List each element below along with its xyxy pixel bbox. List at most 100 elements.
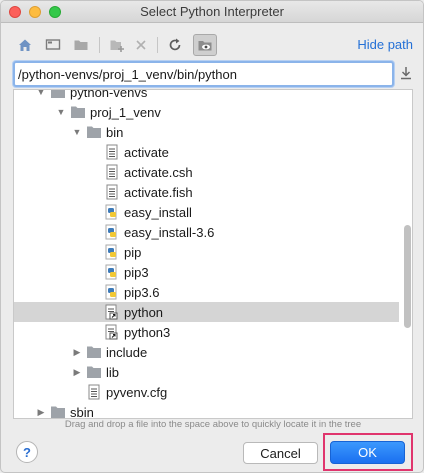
arrow-placeholder (90, 242, 100, 262)
python-file-icon (104, 224, 120, 240)
expand-arrow-icon[interactable]: ▼ (36, 90, 46, 102)
download-icon (401, 67, 411, 80)
hide-path-link[interactable]: Hide path (357, 37, 413, 52)
tree-row[interactable]: easy_install-3.6 (14, 222, 399, 242)
collapse-arrow-icon[interactable]: ▶ (36, 402, 46, 418)
toolbar-separator (99, 37, 100, 53)
arrow-placeholder (90, 322, 100, 342)
tree-row[interactable]: ▶ sbin (14, 402, 399, 419)
refresh-button[interactable] (163, 34, 187, 56)
drag-drop-hint: Drag and drop a file into the space abov… (64, 419, 362, 430)
home-button[interactable] (13, 34, 37, 56)
python-file-icon (104, 244, 120, 260)
file-tree[interactable]: ▼ python-venvs ▼ proj_1_venv ▼ bin activate act… (13, 89, 413, 419)
folder-icon (50, 90, 66, 100)
collapse-arrow-icon[interactable]: ▶ (72, 362, 82, 382)
tree-row[interactable]: easy_install (14, 202, 399, 222)
arrow-placeholder (90, 282, 100, 302)
tree-row-label: bin (106, 124, 124, 140)
tree-row[interactable]: ▶ lib (14, 362, 399, 382)
window-title: Select Python Interpreter (140, 4, 284, 19)
folder-icon (50, 404, 66, 418)
tree-row[interactable]: ▼ proj_1_venv (14, 102, 399, 122)
tree-row-label: include (106, 344, 148, 360)
project-folder-icon (74, 40, 88, 50)
tree-row-label: easy_install-3.6 (124, 224, 215, 240)
desktop-icon (45, 39, 61, 50)
arrow-placeholder (90, 222, 100, 242)
tree-row-label: sbin (70, 404, 94, 419)
tree-row-label: pyvenv.cfg (106, 384, 168, 400)
help-button[interactable]: ? (16, 441, 38, 463)
show-hidden-files-icon (198, 41, 212, 51)
text-file-icon (86, 384, 102, 400)
tree-row[interactable]: activate.csh (14, 162, 399, 182)
tree-row-label: easy_install (124, 204, 192, 220)
new-folder-icon (110, 40, 124, 52)
tree-row[interactable]: ▼ python-venvs (14, 89, 399, 102)
python-file-icon (104, 284, 120, 300)
tree-row-label: proj_1_venv (90, 104, 161, 120)
tree-row[interactable]: pip (14, 242, 399, 262)
arrow-placeholder (90, 182, 100, 202)
executable-link-icon (104, 324, 120, 340)
arrow-placeholder (90, 142, 100, 162)
tree-row[interactable]: activate (14, 142, 399, 162)
tree-row-label: pip3 (124, 264, 149, 280)
text-file-icon (104, 164, 120, 180)
title-bar[interactable]: Select Python Interpreter (1, 1, 423, 23)
expand-arrow-icon[interactable]: ▼ (56, 102, 66, 122)
show-hidden-files-toggle[interactable] (193, 34, 217, 56)
delete-button[interactable] (129, 34, 153, 56)
tree-row-label: python3 (124, 324, 171, 340)
arrow-placeholder (90, 302, 100, 322)
path-input[interactable] (18, 65, 390, 83)
tree-row[interactable]: pip3.6 (14, 282, 399, 302)
folder-icon (86, 124, 102, 140)
tree-row-label: activate (124, 144, 169, 160)
delete-icon (136, 40, 146, 50)
tree-row[interactable]: python3 (14, 322, 399, 342)
path-field[interactable] (13, 61, 394, 87)
scrollbar-thumb[interactable] (404, 225, 411, 328)
dialog-window: Select Python Interpreter Hide path /pyt… (0, 0, 424, 473)
executable-link-icon (104, 304, 120, 320)
folder-icon (70, 104, 86, 120)
folder-icon (86, 344, 102, 360)
tree-row[interactable]: pip3 (14, 262, 399, 282)
tree-row-label: pip (124, 244, 142, 260)
toolbar-separator (157, 37, 158, 53)
arrow-placeholder (72, 382, 82, 402)
refresh-icon (169, 38, 181, 51)
collapse-arrow-icon[interactable]: ▶ (72, 342, 82, 362)
ok-button[interactable]: OK (330, 441, 405, 464)
tree-row[interactable]: activate.fish (14, 182, 399, 202)
arrow-placeholder (90, 262, 100, 282)
tree-row[interactable]: python (14, 302, 399, 322)
tree-row-label: lib (106, 364, 120, 380)
home-icon (19, 39, 31, 51)
python-file-icon (104, 204, 120, 220)
cancel-button[interactable]: Cancel (243, 442, 318, 464)
tree-row-label: pip3.6 (124, 284, 160, 300)
expand-arrow-icon[interactable]: ▼ (72, 122, 82, 142)
tree-row-label: python-venvs (70, 89, 148, 100)
python-file-icon (104, 264, 120, 280)
project-folder-button[interactable] (69, 34, 93, 56)
tree-row[interactable]: pyvenv.cfg (14, 382, 399, 402)
tree-row-label: python (124, 304, 164, 320)
tree-scrollbar[interactable] (402, 90, 412, 418)
tree-row[interactable]: ▶ include (14, 342, 399, 362)
desktop-button[interactable] (41, 34, 65, 56)
arrow-placeholder (90, 202, 100, 222)
download-button[interactable] (398, 63, 414, 83)
tree-row-label: activate.fish (124, 184, 193, 200)
tree-row-label: activate.csh (124, 164, 193, 180)
text-file-icon (104, 144, 120, 160)
toolbar: Hide path (13, 34, 413, 58)
arrow-placeholder (90, 162, 100, 182)
new-folder-button[interactable] (105, 34, 129, 56)
folder-icon (86, 364, 102, 380)
tree-row[interactable]: ▼ bin (14, 122, 399, 142)
text-file-icon (104, 184, 120, 200)
